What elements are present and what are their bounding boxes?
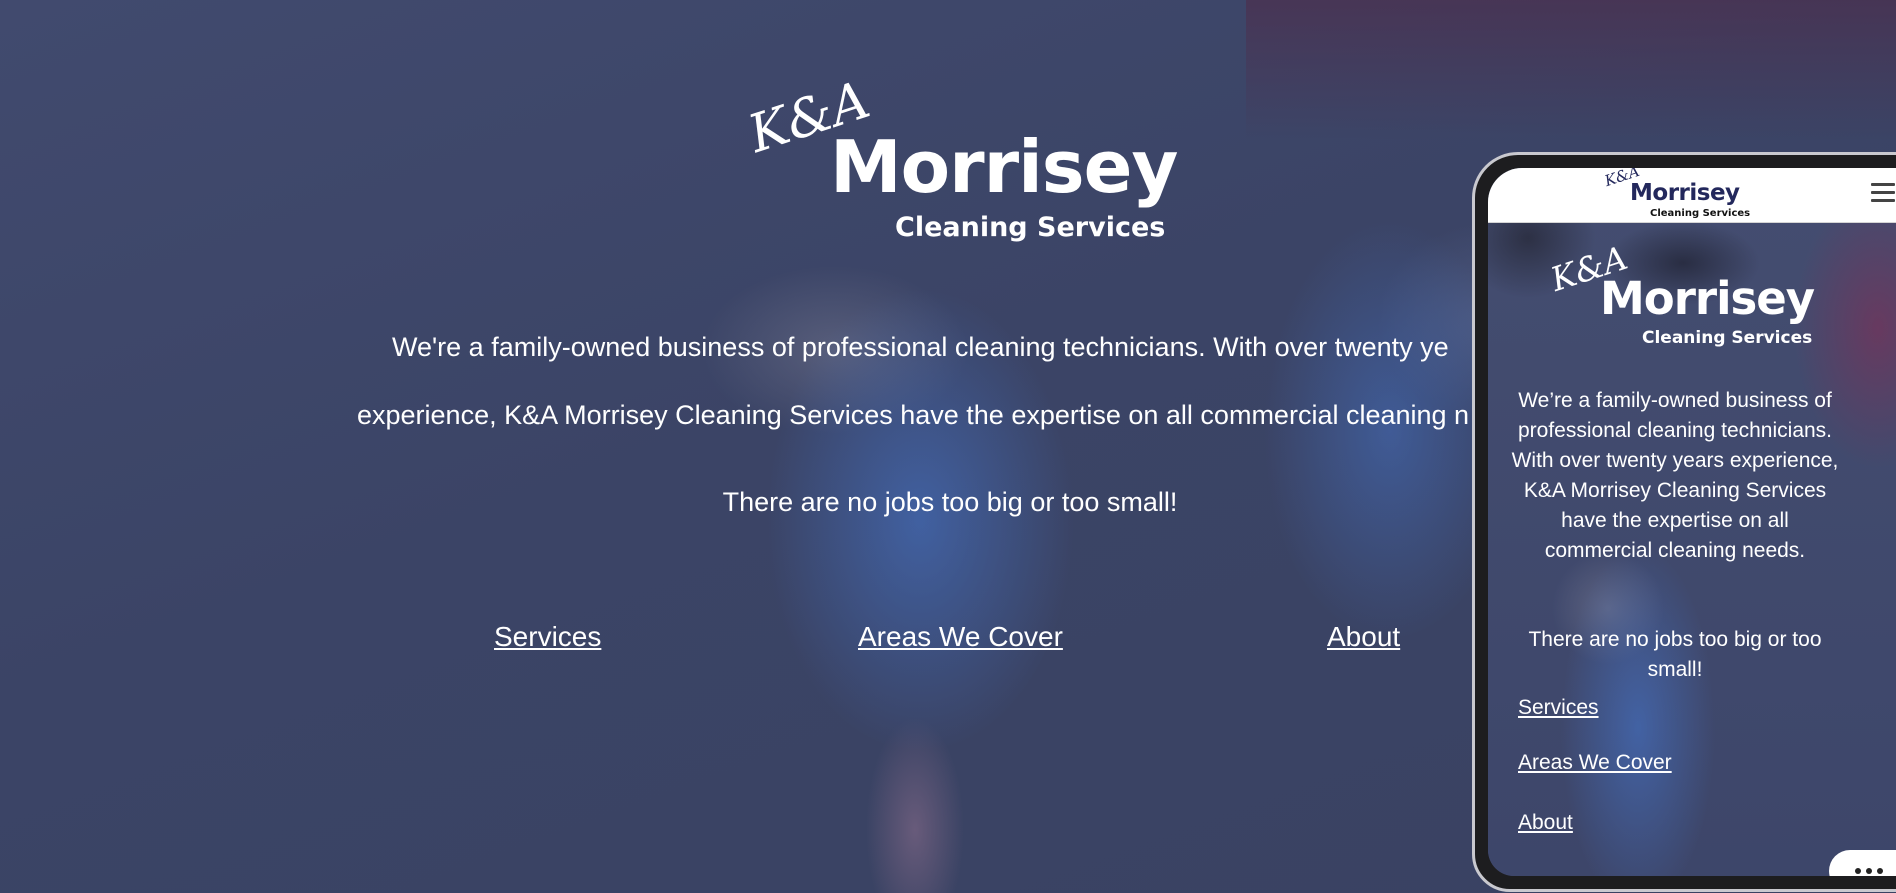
logo-wordmark: Morrisey [830,125,1178,209]
hero-text-line-2: experience, K&A Morrisey Cleaning Servic… [357,400,1470,430]
brand-logo: K&A Morrisey Cleaning Services [741,70,1178,255]
mobile-header-logo[interactable]: K&A Morrisey Cleaning Services [1602,168,1751,220]
mobile-hero-logo: K&A Morrisey Cleaning Services [1546,238,1815,360]
mobile-header-logo-tagline: Cleaning Services [1650,208,1751,219]
mobile-link-areas-we-cover[interactable]: Areas We Cover [1518,751,1672,775]
mobile-header-logo-wordmark: Morrisey [1630,180,1740,206]
logo-tagline: Cleaning Services [895,212,1166,243]
mobile-hero-paragraph: We’re a family-owned business of profess… [1511,389,1839,562]
hero-tagline: There are no jobs too big or too small! [722,487,1178,517]
more-dots-icon[interactable] [1829,850,1896,876]
hero-text-line-1: We're a family-owned business of profess… [392,332,1449,362]
mobile-logo-wordmark: Morrisey [1600,272,1815,325]
nav-link-areas-we-cover[interactable]: Areas We Cover [858,621,1063,653]
mobile-hero-tagline: There are no jobs too big or too small! [1528,628,1822,681]
nav-link-about[interactable]: About [1327,621,1400,653]
mobile-logo-tagline: Cleaning Services [1642,328,1813,348]
mobile-link-about[interactable]: About [1518,811,1573,835]
mobile-screen: K&A Morrisey Cleaning Services K&A Morri… [1488,168,1896,876]
mobile-preview-frame: K&A Morrisey Cleaning Services K&A Morri… [1472,152,1896,892]
hamburger-icon[interactable] [1869,178,1896,206]
mobile-header: K&A Morrisey Cleaning Services [1488,168,1896,223]
background-keyboard-shadow [1246,0,1896,140]
mobile-link-services[interactable]: Services [1518,696,1599,720]
nav-link-services[interactable]: Services [494,621,601,653]
